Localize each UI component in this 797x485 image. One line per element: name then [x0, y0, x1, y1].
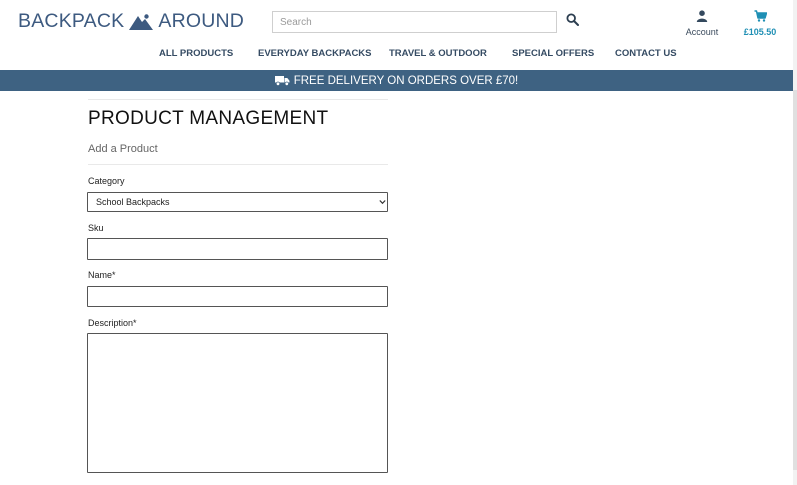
description-label: Description*: [88, 318, 137, 328]
cart-link[interactable]: £105.50: [739, 9, 781, 37]
search-button[interactable]: [566, 13, 580, 29]
account-label: Account: [685, 27, 719, 37]
brand-name-left: BACKPACK: [18, 10, 125, 32]
main-nav: ALL PRODUCTS EVERYDAY BACKPACKS TRAVEL &…: [0, 48, 797, 62]
delivery-banner: FREE DELIVERY ON ORDERS OVER £70!: [0, 70, 793, 91]
chevron-down-icon: [379, 200, 386, 205]
mountain-icon: [129, 14, 154, 30]
nav-item-special-offers[interactable]: SPECIAL OFFERS: [512, 48, 594, 59]
divider-top: [88, 99, 388, 100]
category-select[interactable]: School Backpacks: [87, 192, 388, 212]
page-title: PRODUCT MANAGEMENT: [88, 108, 329, 129]
scrollbar-thumb[interactable]: [793, 90, 797, 470]
search-input[interactable]: [272, 11, 557, 33]
nav-item-contact-us[interactable]: CONTACT US: [615, 48, 677, 59]
truck-icon: [274, 76, 290, 86]
account-link[interactable]: Account: [682, 9, 722, 37]
search-icon: [566, 13, 579, 26]
description-textarea[interactable]: [87, 333, 388, 473]
sku-input[interactable]: [87, 238, 388, 260]
nav-item-everyday-backpacks[interactable]: EVERYDAY BACKPACKS: [258, 48, 372, 59]
name-label: Name*: [88, 270, 116, 280]
category-label: Category: [88, 176, 125, 186]
user-icon: [696, 10, 708, 22]
nav-item-travel-outdoor[interactable]: TRAVEL & OUTDOOR: [389, 48, 487, 59]
name-input[interactable]: [87, 286, 388, 307]
nav-item-all-products[interactable]: ALL PRODUCTS: [159, 48, 233, 59]
page-subtitle: Add a Product: [88, 143, 158, 155]
brand-logo[interactable]: BACKPACK AROUND: [18, 10, 244, 33]
brand-name-right: AROUND: [158, 10, 245, 32]
divider-form: [88, 164, 388, 165]
sku-label: Sku: [88, 223, 104, 233]
banner-text: FREE DELIVERY ON ORDERS OVER £70!: [293, 74, 519, 87]
cart-total: £105.50: [743, 27, 777, 37]
cart-icon: [754, 10, 767, 22]
